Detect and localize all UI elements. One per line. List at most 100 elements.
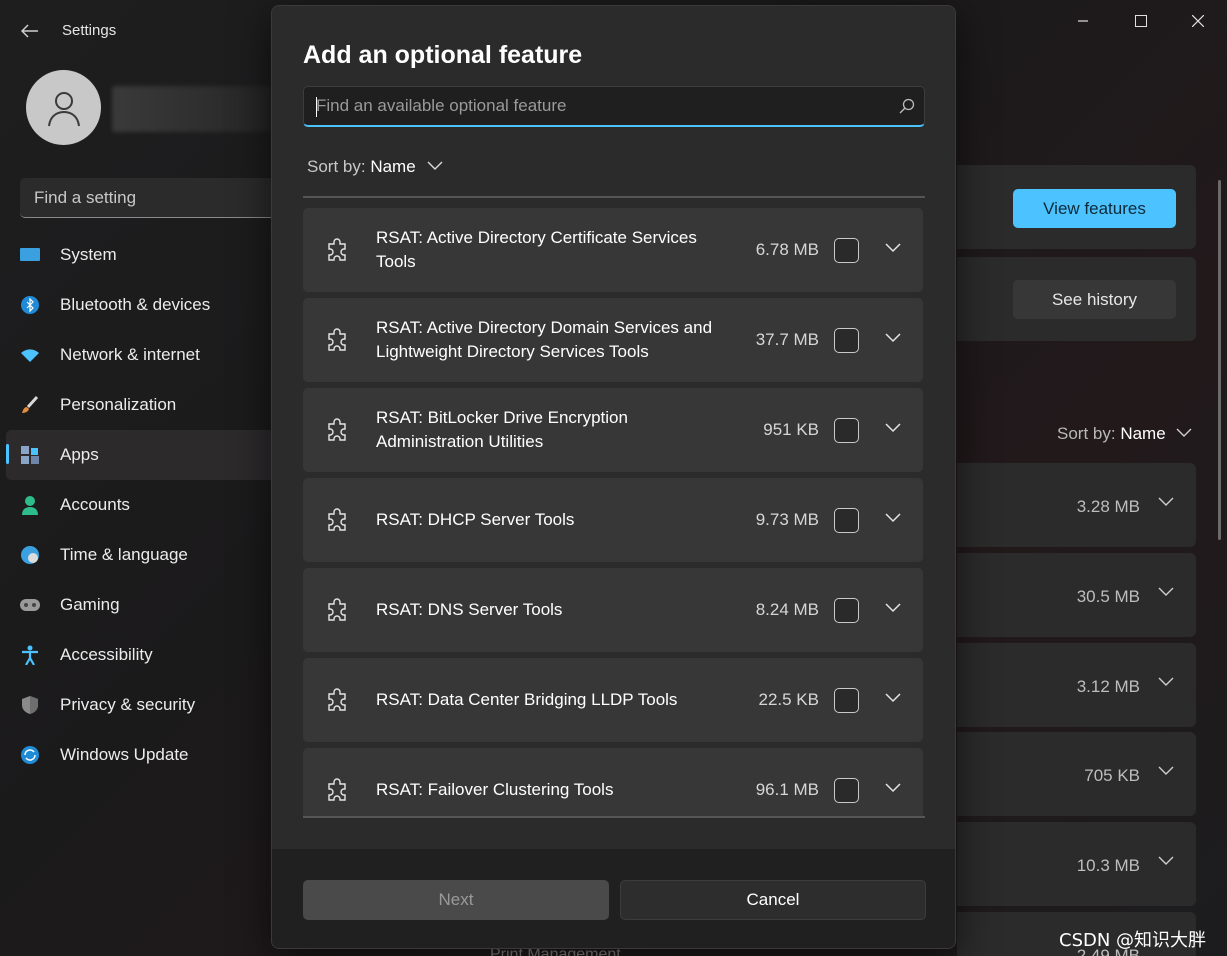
sidebar-item-label: Bluetooth & devices: [60, 295, 211, 314]
puzzle-icon: [328, 778, 346, 801]
apps-icon: [20, 445, 40, 465]
installed-feature-row[interactable]: 3.28 MB: [957, 463, 1196, 547]
scrollbar[interactable]: [1218, 180, 1221, 540]
installed-feature-row[interactable]: 10.3 MB: [957, 822, 1196, 906]
chevron-down-icon[interactable]: [885, 423, 901, 433]
feature-checkbox[interactable]: [834, 688, 859, 713]
feature-checkbox[interactable]: [834, 508, 859, 533]
sidebar-item-system[interactable]: System: [0, 230, 280, 280]
feature-checkbox[interactable]: [834, 238, 859, 263]
feature-item[interactable]: RSAT: Active Directory Domain Services a…: [303, 298, 923, 382]
search-icon[interactable]: [898, 97, 916, 115]
back-button[interactable]: [14, 16, 46, 46]
chevron-down-icon[interactable]: [427, 161, 443, 171]
feature-item[interactable]: RSAT: DHCP Server Tools 9.73 MB: [303, 478, 923, 562]
chevron-down-icon[interactable]: [885, 513, 901, 523]
text-caret: [316, 97, 317, 117]
sidebar-item-network[interactable]: Network & internet: [0, 330, 280, 380]
feature-name: RSAT: Data Center Bridging LLDP Tools: [376, 690, 678, 709]
sort-prefix: Sort by:: [1057, 424, 1116, 443]
app-title: Settings: [62, 22, 117, 39]
sort-value: Name: [1120, 424, 1166, 443]
feature-name: RSAT: BitLocker Drive Encryption Adminis…: [376, 408, 628, 451]
sidebar-item-personalization[interactable]: Personalization: [0, 380, 280, 430]
sidebar-item-time-language[interactable]: Time & language: [0, 530, 280, 580]
monitor-icon: [20, 245, 40, 265]
brush-icon: [20, 395, 40, 415]
feature-checkbox[interactable]: [834, 418, 859, 443]
sidebar-item-label: Accounts: [60, 495, 130, 514]
sidebar-item-apps[interactable]: Apps: [6, 430, 280, 480]
feature-size: 3.12 MB: [1076, 677, 1140, 696]
feature-name: RSAT: DNS Server Tools: [376, 600, 563, 619]
user-icon: [47, 91, 80, 126]
minimize-button[interactable]: [1060, 8, 1106, 34]
user-name-redacted: [112, 86, 272, 132]
settings-search-input[interactable]: Find a setting: [20, 178, 280, 218]
chevron-down-icon[interactable]: [885, 243, 901, 253]
sidebar-item-label: System: [60, 245, 117, 264]
puzzle-icon: [328, 598, 346, 621]
feature-search-box[interactable]: [303, 86, 925, 127]
sidebar-item-privacy-security[interactable]: Privacy & security: [0, 680, 280, 730]
accessibility-icon: [20, 645, 40, 665]
settings-search-placeholder: Find a setting: [34, 188, 137, 207]
feature-search-input[interactable]: [316, 87, 886, 125]
chevron-down-icon[interactable]: [885, 603, 901, 613]
gamepad-icon: [20, 595, 40, 615]
feature-item[interactable]: RSAT: Failover Clustering Tools 96.1 MB: [303, 748, 923, 816]
puzzle-icon: [328, 238, 346, 261]
feature-item[interactable]: RSAT: BitLocker Drive Encryption Adminis…: [303, 388, 923, 472]
feature-item[interactable]: RSAT: Active Directory Certificate Servi…: [303, 208, 923, 292]
feature-size: 951 KB: [763, 420, 819, 439]
list-divider: [303, 816, 925, 818]
feature-item[interactable]: RSAT: DNS Server Tools 8.24 MB: [303, 568, 923, 652]
avatar[interactable]: [26, 70, 101, 145]
feature-size: 10.3 MB: [1076, 856, 1140, 875]
chevron-down-icon: [1158, 587, 1174, 596]
feature-name: RSAT: DHCP Server Tools: [376, 510, 575, 529]
see-history-button[interactable]: See history: [1013, 280, 1176, 319]
sidebar-item-accessibility[interactable]: Accessibility: [0, 630, 280, 680]
feature-checkbox[interactable]: [834, 778, 859, 803]
chevron-down-icon[interactable]: [885, 693, 901, 703]
sidebar-nav: System Bluetooth & devices Network & int…: [0, 230, 280, 780]
sidebar-item-label: Time & language: [60, 545, 188, 564]
background-sort[interactable]: Sort by: Name: [1057, 424, 1166, 444]
feature-checkbox[interactable]: [834, 598, 859, 623]
feature-size: 22.5 KB: [758, 690, 820, 709]
chevron-down-icon[interactable]: [885, 783, 901, 793]
sidebar-item-bluetooth[interactable]: Bluetooth & devices: [0, 280, 280, 330]
puzzle-icon: [328, 688, 346, 711]
sidebar-item-accounts[interactable]: Accounts: [0, 480, 280, 530]
globe-clock-icon: [20, 545, 40, 565]
feature-size: 6.78 MB: [755, 240, 819, 259]
installed-feature-row[interactable]: 705 KB: [957, 732, 1196, 816]
view-features-button[interactable]: View features: [1013, 189, 1176, 228]
chevron-down-icon: [1158, 497, 1174, 506]
sort-value: Name: [370, 157, 416, 176]
close-icon: [1192, 15, 1204, 27]
feature-size: 8.24 MB: [755, 600, 819, 619]
maximize-icon: [1135, 15, 1147, 27]
sidebar-item-gaming[interactable]: Gaming: [0, 580, 280, 630]
chevron-down-icon: [1158, 856, 1174, 865]
feature-name: RSAT: Active Directory Domain Services a…: [376, 318, 713, 361]
person-icon: [20, 495, 40, 515]
cancel-button[interactable]: Cancel: [620, 880, 926, 920]
feature-checkbox[interactable]: [834, 328, 859, 353]
chevron-down-icon[interactable]: [885, 333, 901, 343]
close-button[interactable]: [1175, 8, 1221, 34]
next-button[interactable]: Next: [303, 880, 609, 920]
feature-item[interactable]: RSAT: Data Center Bridging LLDP Tools 22…: [303, 658, 923, 742]
feature-size: 3.28 MB: [1076, 497, 1140, 516]
sidebar-item-windows-update[interactable]: Windows Update: [0, 730, 280, 780]
update-icon: [20, 745, 40, 765]
installed-feature-row[interactable]: 30.5 MB: [957, 553, 1196, 637]
puzzle-icon: [328, 418, 346, 441]
maximize-button[interactable]: [1118, 8, 1164, 34]
installed-feature-row[interactable]: 3.12 MB: [957, 643, 1196, 727]
sidebar-item-label: Accessibility: [60, 645, 153, 664]
chevron-down-icon: [1158, 677, 1174, 686]
sort-dropdown[interactable]: Sort by: Name: [307, 157, 416, 177]
